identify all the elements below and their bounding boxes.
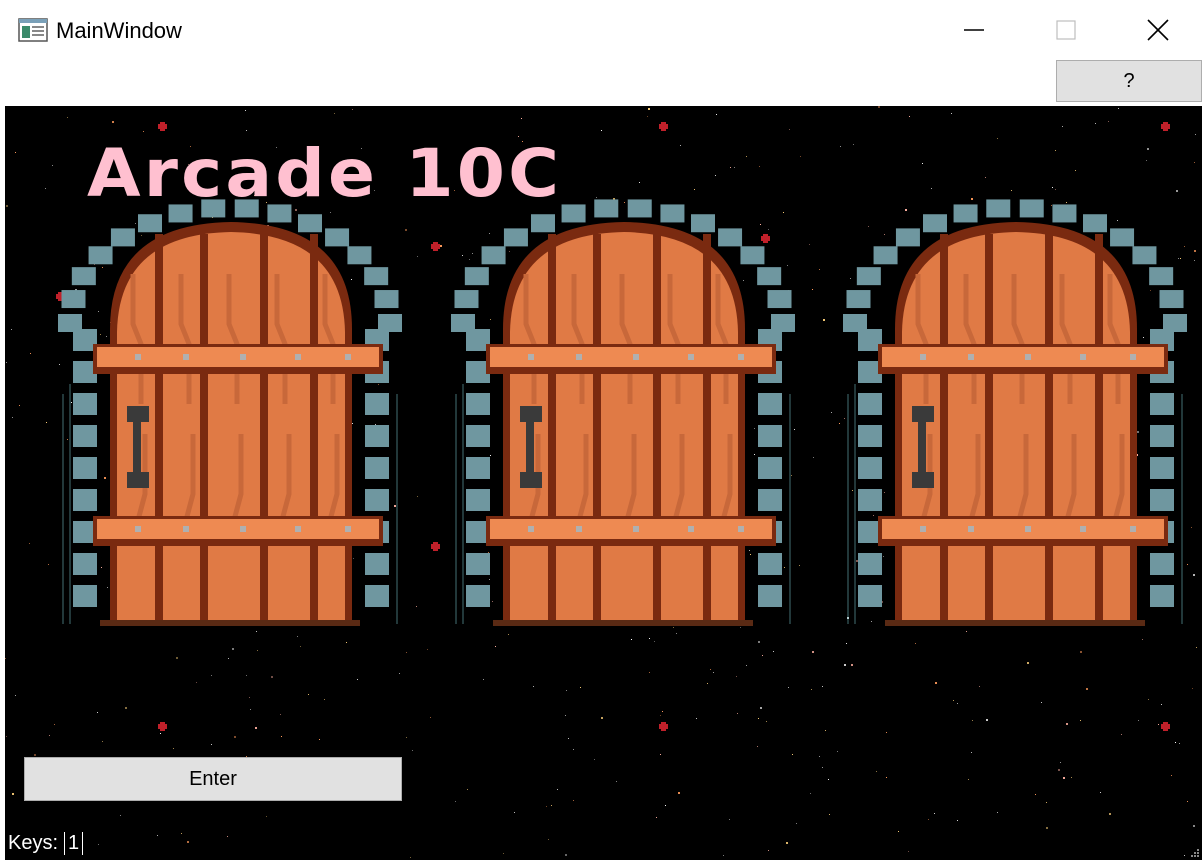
resize-grip-icon[interactable]	[1190, 848, 1200, 858]
title-bar[interactable]: MainWindow	[0, 0, 1204, 60]
game-scene: Arcade 10C Enter Keys: 1	[5, 106, 1202, 860]
minimize-icon	[964, 29, 984, 31]
door-2[interactable]	[448, 194, 798, 626]
close-icon	[1147, 19, 1169, 41]
enter-button[interactable]: Enter	[24, 757, 402, 801]
help-button[interactable]: ?	[1056, 60, 1202, 102]
door-1[interactable]	[55, 194, 405, 626]
window-title: MainWindow	[56, 18, 182, 43]
close-button[interactable]	[1112, 0, 1204, 60]
door-3[interactable]	[840, 194, 1190, 626]
maximize-button[interactable]	[1020, 0, 1112, 60]
keys-status: Keys: 1	[5, 826, 84, 860]
main-window: MainWindow ? Arcade 10C Enter Keys: 1	[0, 0, 1204, 860]
keys-value: 1	[64, 831, 84, 855]
maximize-icon	[1056, 20, 1076, 40]
minimize-button[interactable]	[928, 0, 1020, 60]
app-window-icon	[18, 18, 48, 42]
keys-label: Keys:	[8, 831, 59, 854]
